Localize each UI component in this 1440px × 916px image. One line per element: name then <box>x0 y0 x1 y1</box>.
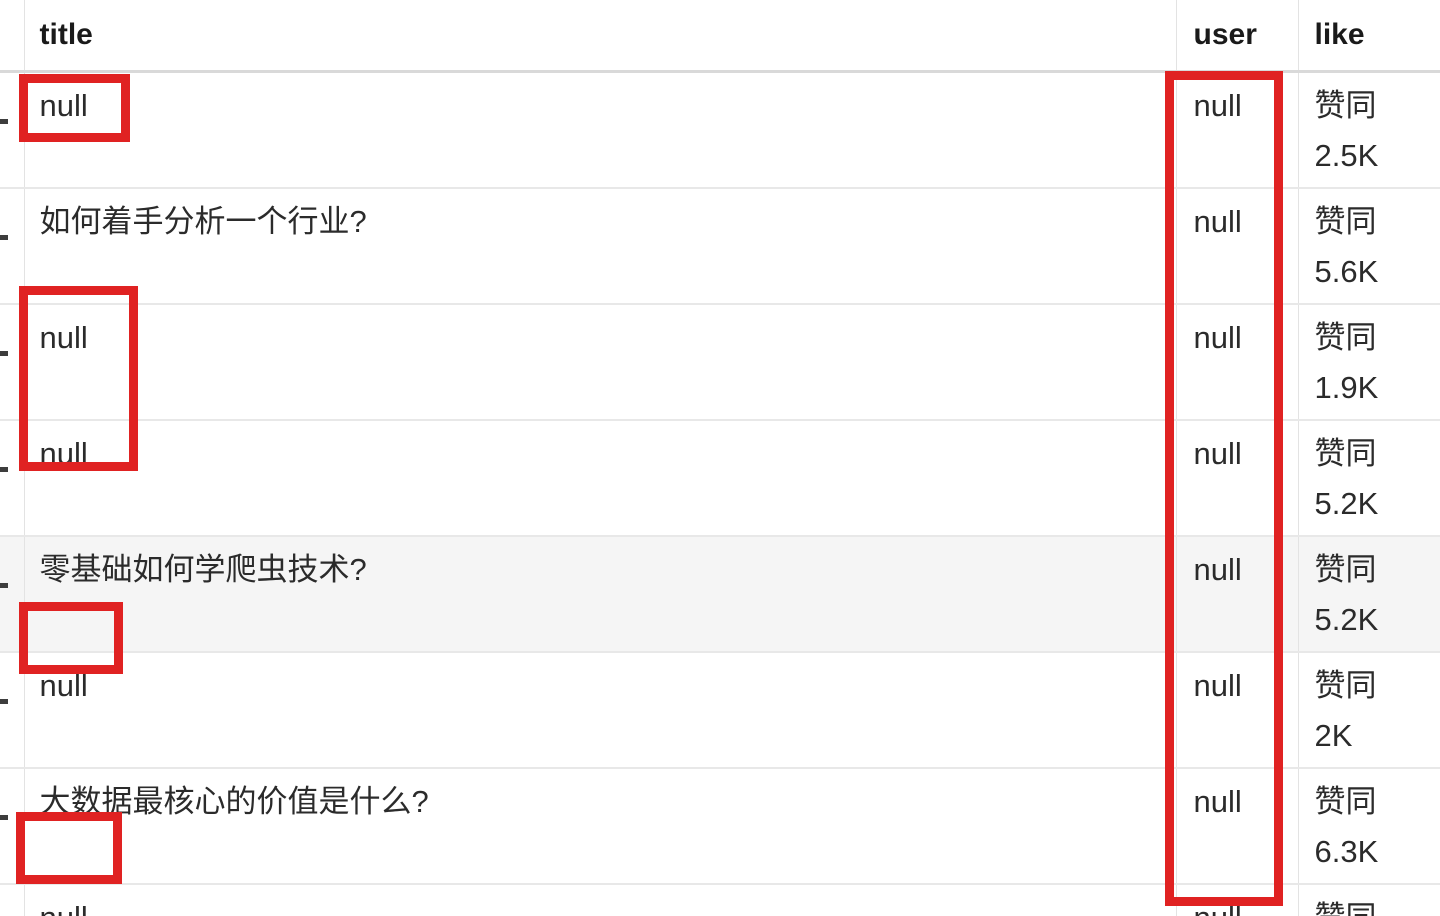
row-gutter-cell <box>0 188 25 305</box>
row-gutter-cell <box>0 420 25 537</box>
like-label: 赞同 <box>1314 552 1377 587</box>
table-row[interactable]: null null 赞同 2.5K <box>0 71 1440 189</box>
like-count: 2K <box>1314 718 1353 753</box>
row-gutter-cell <box>0 884 25 916</box>
cell-like[interactable]: 赞同 2K <box>1297 652 1440 769</box>
table-header-row: title user like <box>0 0 1440 73</box>
cell-user[interactable]: null <box>1175 188 1298 305</box>
cell-like[interactable]: 赞同 5.2K <box>1297 420 1440 537</box>
cell-like[interactable]: 赞同 6.3K <box>1297 768 1440 885</box>
like-count: 6.3K <box>1314 834 1379 869</box>
cell-user[interactable]: null <box>1175 304 1298 421</box>
like-label: 赞同 <box>1314 88 1377 123</box>
cell-user[interactable]: null <box>1175 536 1298 653</box>
cell-title[interactable]: 如何着手分析一个行业? <box>24 188 1176 305</box>
column-header-gutter <box>0 0 25 73</box>
cell-user[interactable]: null <box>1175 884 1298 916</box>
cell-title[interactable]: null <box>24 420 1176 537</box>
table-row[interactable]: 如何着手分析一个行业? null 赞同 5.6K <box>0 188 1440 305</box>
like-count: 5.6K <box>1314 254 1379 289</box>
column-header-like[interactable]: like <box>1297 0 1440 73</box>
like-stack: 赞同 2.5K <box>1315 81 1440 181</box>
like-count: 5.2K <box>1314 486 1379 521</box>
like-stack: 赞同 1.9K <box>1315 313 1440 413</box>
table-row[interactable]: nullnull 赞同10K <box>0 884 1440 916</box>
row-truncation-dash-icon <box>0 699 8 704</box>
cell-title[interactable]: null <box>24 304 1176 421</box>
cell-user[interactable]: null <box>1175 768 1298 885</box>
cell-like[interactable]: 赞同 5.6K <box>1297 188 1440 305</box>
row-gutter-cell <box>0 71 25 189</box>
row-truncation-dash-icon <box>0 583 8 588</box>
table-row[interactable]: null null 赞同 5.2K <box>0 420 1440 537</box>
table-row[interactable]: 零基础如何学爬虫技术? null 赞同 5.2K <box>0 536 1440 653</box>
cell-like[interactable]: 赞同 5.2K <box>1297 536 1440 653</box>
cell-title[interactable]: null <box>24 884 1176 916</box>
cell-title[interactable]: 大数据最核心的价值是什么? <box>24 768 1176 885</box>
like-label: 赞同 <box>1314 668 1377 703</box>
column-header-title[interactable]: title <box>24 0 1176 73</box>
like-stack: 赞同 5.2K <box>1315 545 1440 645</box>
row-truncation-dash-icon <box>0 235 8 240</box>
like-stack: 赞同 5.6K <box>1315 197 1440 297</box>
table-viewport: title user like null null 赞同 2.5K 如何着手分析一个行业… <box>0 0 1440 916</box>
row-truncation-dash-icon <box>0 815 8 820</box>
cell-like[interactable]: 赞同10K <box>1297 884 1440 916</box>
row-gutter-cell <box>0 652 25 769</box>
cell-like[interactable]: 赞同 1.9K <box>1297 304 1440 421</box>
like-stack: 赞同 5.2K <box>1315 429 1440 529</box>
like-label: 赞同 <box>1315 893 1440 916</box>
like-stack: 赞同 6.3K <box>1315 777 1440 877</box>
table-header: title user like <box>0 0 1440 73</box>
results-table: title user like null null 赞同 2.5K 如何着手分析一个行业… <box>0 0 1440 916</box>
table-row[interactable]: null null 赞同 2K <box>0 652 1440 769</box>
cell-user[interactable]: null <box>1175 420 1298 537</box>
like-label: 赞同 <box>1314 204 1377 239</box>
like-stack: 赞同 2K <box>1315 661 1440 761</box>
row-gutter-cell <box>0 768 25 885</box>
table-body: null null 赞同 2.5K 如何着手分析一个行业? null 赞同 5.6K null n… <box>0 71 1440 916</box>
like-stack: 赞同10K <box>1315 893 1440 916</box>
row-truncation-dash-icon <box>0 119 8 124</box>
cell-title[interactable]: 零基础如何学爬虫技术? <box>24 536 1176 653</box>
cell-title[interactable]: null <box>24 652 1176 769</box>
like-label: 赞同 <box>1314 436 1377 471</box>
row-truncation-dash-icon <box>0 351 8 356</box>
cell-user[interactable]: null <box>1175 71 1298 189</box>
table-row[interactable]: null null 赞同 1.9K <box>0 304 1440 421</box>
like-count: 1.9K <box>1314 370 1379 405</box>
like-count: 5.2K <box>1314 602 1379 637</box>
column-header-user[interactable]: user <box>1175 0 1298 73</box>
like-label: 赞同 <box>1314 784 1377 819</box>
row-truncation-dash-icon <box>0 467 8 472</box>
row-gutter-cell <box>0 304 25 421</box>
cell-title[interactable]: null <box>24 71 1176 189</box>
cell-user[interactable]: null <box>1175 652 1298 769</box>
like-label: 赞同 <box>1314 320 1377 355</box>
cell-like[interactable]: 赞同 2.5K <box>1297 71 1440 189</box>
table-row[interactable]: 大数据最核心的价值是什么? null 赞同 6.3K <box>0 768 1440 885</box>
row-gutter-cell <box>0 536 25 653</box>
like-count: 2.5K <box>1314 138 1379 173</box>
